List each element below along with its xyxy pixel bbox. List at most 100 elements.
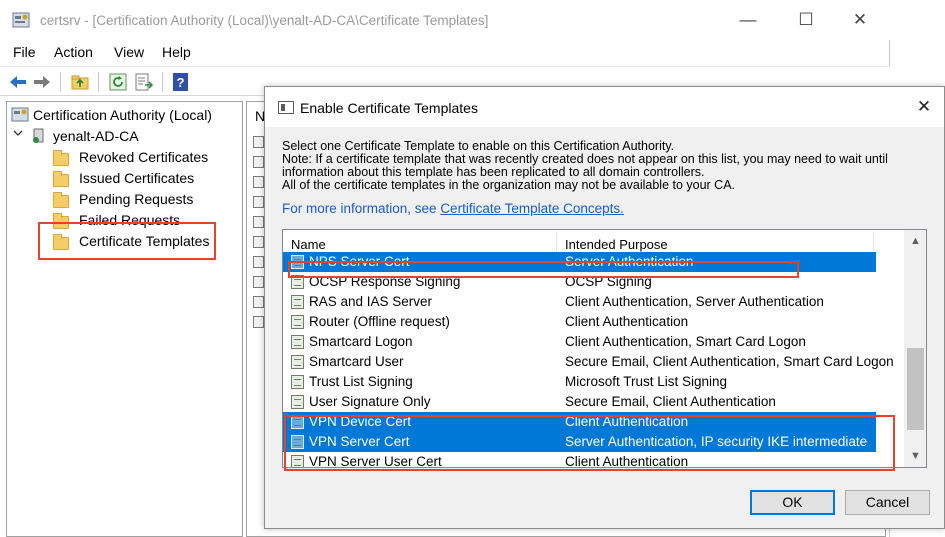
forward-arrow-icon[interactable] <box>32 72 52 92</box>
template-row[interactable]: VPN Device Cert Client Authentication <box>283 412 876 432</box>
template-intended-purpose: Client Authentication, Server Authentica… <box>565 294 824 309</box>
menu-view[interactable]: View <box>114 44 144 60</box>
enable-certificate-templates-dialog: Enable Certificate Templates ✕ Select on… <box>264 86 945 529</box>
title-bar[interactable]: certsrv - [Certification Authority (Loca… <box>0 0 890 40</box>
dialog-title: Enable Certificate Templates <box>300 100 478 116</box>
scrollbar-thumb[interactable] <box>907 348 924 430</box>
template-intended-purpose: Client Authentication, Smart Card Logon <box>565 334 806 349</box>
template-icon <box>253 156 264 168</box>
certificate-template-icon <box>291 335 304 349</box>
tree-root-label[interactable]: Certification Authority (Local) <box>33 107 212 123</box>
menu-action[interactable]: Action <box>54 44 93 60</box>
template-row[interactable]: VPN Server User Cert Client Authenticatio… <box>283 452 876 468</box>
vertical-scrollbar[interactable]: ▲ ▼ <box>904 230 926 467</box>
template-row[interactable]: OCSP Response Signing OCSP Signing <box>283 272 876 292</box>
tree-ca-label[interactable]: yenalt-AD-CA <box>53 128 139 144</box>
dialog-window-icon <box>278 101 294 114</box>
toolbar-separator <box>162 72 163 92</box>
certificate-template-icon <box>291 375 304 389</box>
menu-help[interactable]: Help <box>162 44 191 60</box>
dialog-more-info: For more information, see Certificate Te… <box>282 201 624 216</box>
certification-authority-icon <box>11 107 29 122</box>
scroll-up-arrow[interactable]: ▲ <box>904 232 926 250</box>
tree-item-failed-requests[interactable]: Failed Requests <box>79 212 180 228</box>
template-row[interactable]: Trust List Signing Microsoft Trust List S… <box>283 372 876 392</box>
refresh-icon[interactable] <box>108 72 128 92</box>
menu-bar: File Action View Help <box>0 42 890 64</box>
folder-icon <box>53 171 69 187</box>
dialog-title-bar[interactable]: Enable Certificate Templates ✕ <box>265 87 944 127</box>
template-icon <box>253 136 264 148</box>
svg-text:?: ? <box>177 75 185 90</box>
template-intended-purpose: Microsoft Trust List Signing <box>565 374 728 389</box>
template-name: Router (Offline request) <box>309 314 450 329</box>
template-name: NPS Server Cert <box>309 254 410 269</box>
template-intended-purpose: Client Authentication <box>565 314 689 329</box>
template-row[interactable]: NPS Server Cert Server Authentication <box>283 252 876 272</box>
back-arrow-icon[interactable] <box>8 72 28 92</box>
template-row[interactable]: Smartcard Logon Client Authentication, Sm… <box>283 332 876 352</box>
dialog-close-button[interactable]: ✕ <box>912 95 936 119</box>
dialog-note-line-3: All of the certificate templates in the … <box>282 178 736 192</box>
template-row[interactable]: Router (Offline request) Client Authentic… <box>283 312 876 332</box>
template-icon <box>253 316 264 328</box>
more-info-prefix: For more information, see <box>282 201 441 216</box>
template-list[interactable]: Name Intended Purpose NPS Server Cert Ser… <box>282 229 927 468</box>
certificate-template-icon <box>291 315 304 329</box>
template-intended-purpose: Server Authentication <box>565 254 694 269</box>
template-name: VPN Server User Cert <box>309 454 442 468</box>
template-row[interactable]: User Signature Only Secure Email, Client … <box>283 392 876 412</box>
template-name: Smartcard Logon <box>309 334 413 349</box>
template-icon <box>253 296 264 308</box>
chevron-down-icon[interactable] <box>13 128 23 141</box>
template-intended-purpose: Server Authentication, IP security IKE i… <box>565 434 868 449</box>
certificate-template-icon <box>291 275 304 289</box>
template-icon <box>253 196 264 208</box>
template-row[interactable]: RAS and IAS Server Client Authentication,… <box>283 292 876 312</box>
certificate-template-icon <box>291 435 304 449</box>
template-name: Trust List Signing <box>309 374 413 389</box>
ok-button[interactable]: OK <box>750 490 835 515</box>
template-icon <box>253 216 264 228</box>
template-row[interactable]: Smartcard User Secure Email, Client Authe… <box>283 352 894 372</box>
template-intended-purpose: Secure Email, Client Authentication, Sma… <box>565 354 894 369</box>
menu-file[interactable]: File <box>13 44 36 60</box>
template-name: RAS and IAS Server <box>309 294 433 309</box>
certificate-template-icon <box>291 455 304 467</box>
template-icon <box>253 176 264 188</box>
up-folder-icon[interactable] <box>70 72 90 92</box>
template-intended-purpose: Client Authentication <box>565 414 689 429</box>
template-intended-purpose: Secure Email, Client Authentication <box>565 394 776 409</box>
certificate-template-concepts-link[interactable]: Certificate Template Concepts. <box>440 201 624 216</box>
template-name: Smartcard User <box>309 354 404 369</box>
toolbar-separator <box>60 72 61 92</box>
scroll-down-arrow[interactable]: ▼ <box>904 447 926 465</box>
server-ca-icon <box>33 128 44 143</box>
certificate-template-icon <box>291 355 304 369</box>
minimize-button[interactable]: — <box>736 8 760 32</box>
export-list-icon[interactable] <box>134 72 154 92</box>
template-name: VPN Device Cert <box>309 414 412 429</box>
certsrv-app-icon <box>12 12 30 28</box>
cancel-button[interactable]: Cancel <box>845 490 930 515</box>
maximize-button[interactable]: ☐ <box>794 8 818 32</box>
help-icon[interactable]: ? <box>171 72 191 92</box>
certificate-template-icon <box>291 415 304 429</box>
template-intended-purpose: OCSP Signing <box>565 274 652 289</box>
template-icon <box>253 236 264 248</box>
console-tree: Certification Authority (Local) yenalt-A… <box>6 101 243 537</box>
tree-item-pending-requests[interactable]: Pending Requests <box>79 191 193 207</box>
template-name: OCSP Response Signing <box>309 274 461 289</box>
template-name: User Signature Only <box>309 394 431 409</box>
tree-item-issued-certificates[interactable]: Issued Certificates <box>79 170 194 186</box>
template-intended-purpose: Client Authentication <box>565 454 689 468</box>
folder-icon <box>53 192 69 208</box>
template-icon <box>253 256 264 268</box>
tree-item-revoked-certificates[interactable]: Revoked Certificates <box>79 149 208 165</box>
template-name: VPN Server Cert <box>309 434 410 449</box>
certificate-template-icon <box>291 255 304 269</box>
close-button[interactable]: ✕ <box>848 8 872 32</box>
folder-icon <box>53 234 69 250</box>
template-row[interactable]: VPN Server Cert Server Authentication, IP… <box>283 432 876 452</box>
tree-item-certificate-templates[interactable]: Certificate Templates <box>79 233 209 249</box>
